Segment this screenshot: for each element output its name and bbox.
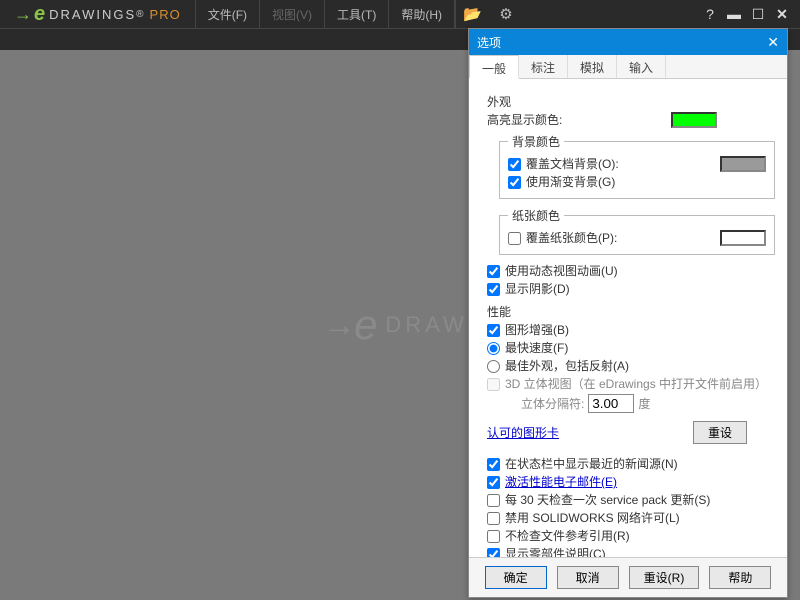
stereo-unit: 度 <box>638 396 650 412</box>
approved-cards-link[interactable]: 认可的图形卡 <box>487 425 559 441</box>
menu-file[interactable]: 文件(F) <box>196 0 260 28</box>
ok-button[interactable]: 确定 <box>485 566 547 589</box>
bg-color-group: 背景颜色 覆盖文档背景(O): 使用渐变背景(G) <box>499 133 775 199</box>
fastest-radio[interactable]: 最快速度(F) <box>487 340 775 356</box>
tab-markup[interactable]: 标注 <box>519 55 568 78</box>
disable-net-check[interactable]: 禁用 SOLIDWORKS 网络许可(L) <box>487 510 775 526</box>
menu-tools[interactable]: 工具(T) <box>325 0 389 28</box>
help-icon[interactable]: ? <box>700 6 720 22</box>
best-radio[interactable]: 最佳外观，包括反射(A) <box>487 358 775 374</box>
logo-brand: DRAWINGS <box>49 7 136 22</box>
override-doc-bg[interactable]: 覆盖文档背景(O): <box>508 156 766 172</box>
perf-email-check[interactable]: 激活性能电子邮件(E) <box>487 474 775 490</box>
gear-icon[interactable]: ⚙ <box>489 0 523 28</box>
tab-strip: 一般 标注 模拟 输入 <box>469 55 787 79</box>
logo-pro: PRO <box>150 7 181 22</box>
paper-color-swatch[interactable] <box>720 230 766 246</box>
menubar: → e DRAWINGS ® PRO 文件(F) 视图(V) 工具(T) 帮助(… <box>0 0 800 28</box>
reset-button[interactable]: 重设(R) <box>629 566 700 589</box>
maximize-icon[interactable]: ☐ <box>748 6 768 23</box>
show-desc-check[interactable]: 显示零部件说明(C) <box>487 546 775 557</box>
tab-simulate[interactable]: 模拟 <box>568 55 617 78</box>
show-shadow-check[interactable]: 显示阴影(D) <box>487 281 775 297</box>
dialog-button-row: 确定 取消 重设(R) 帮助 <box>469 557 787 597</box>
dialog-close-icon[interactable]: ✕ <box>767 34 779 51</box>
stereo-check: 3D 立体视图（在 eDrawings 中打开文件前启用） <box>487 376 775 392</box>
dynamic-view-check[interactable]: 使用动态视图动画(U) <box>487 263 775 279</box>
menu-help[interactable]: 帮助(H) <box>389 0 455 28</box>
gfx-boost-check[interactable]: 图形增强(B) <box>487 322 775 338</box>
logo-e-icon: e <box>34 3 45 26</box>
appearance-header: 外观 <box>487 93 775 110</box>
close-icon[interactable]: ✕ <box>772 6 792 23</box>
dialog-titlebar: 选项 ✕ <box>469 29 787 55</box>
tab-input[interactable]: 输入 <box>617 55 666 78</box>
dialog-body: 外观 高亮显示颜色: 背景颜色 覆盖文档背景(O): 使用渐变背景(G) 纸张颜… <box>469 79 787 557</box>
logo-arrow-icon: → <box>14 4 32 25</box>
open-icon[interactable]: 📂 <box>455 0 489 28</box>
stereo-sep-label: 立体分隔符: <box>521 396 584 412</box>
stereo-sep-input[interactable] <box>588 394 634 413</box>
watermark: →eDRAWI <box>322 301 478 349</box>
options-dialog: 选项 ✕ 一般 标注 模拟 输入 外观 高亮显示颜色: 背景颜色 覆盖文档背景(… <box>468 28 788 598</box>
paper-legend: 纸张颜色 <box>508 207 564 224</box>
highlight-color-swatch[interactable] <box>671 112 717 128</box>
highlight-label: 高亮显示颜色: <box>487 112 562 128</box>
minimize-icon[interactable]: ▬ <box>724 6 744 22</box>
menu-view: 视图(V) <box>260 0 325 28</box>
cancel-button[interactable]: 取消 <box>557 566 619 589</box>
performance-header: 性能 <box>487 303 775 320</box>
override-paper[interactable]: 覆盖纸张颜色(P): <box>508 230 766 246</box>
help-button[interactable]: 帮助 <box>709 566 771 589</box>
app-logo: → e DRAWINGS ® PRO <box>0 0 196 28</box>
dialog-title: 选项 <box>477 34 501 51</box>
perf-reset-button[interactable]: 重设 <box>693 421 747 444</box>
no-check-ref-check[interactable]: 不检查文件参考引用(R) <box>487 528 775 544</box>
check-sp-check[interactable]: 每 30 天检查一次 service pack 更新(S) <box>487 492 775 508</box>
paper-color-group: 纸张颜色 覆盖纸张颜色(P): <box>499 207 775 255</box>
window-controls: ? ▬ ☐ ✕ <box>700 6 800 23</box>
tab-general[interactable]: 一般 <box>469 55 519 79</box>
bg-legend: 背景颜色 <box>508 133 564 150</box>
status-news-check[interactable]: 在状态栏中显示最近的新闻源(N) <box>487 456 775 472</box>
bg-color-swatch[interactable] <box>720 156 766 172</box>
use-gradient-bg[interactable]: 使用渐变背景(G) <box>508 174 766 190</box>
